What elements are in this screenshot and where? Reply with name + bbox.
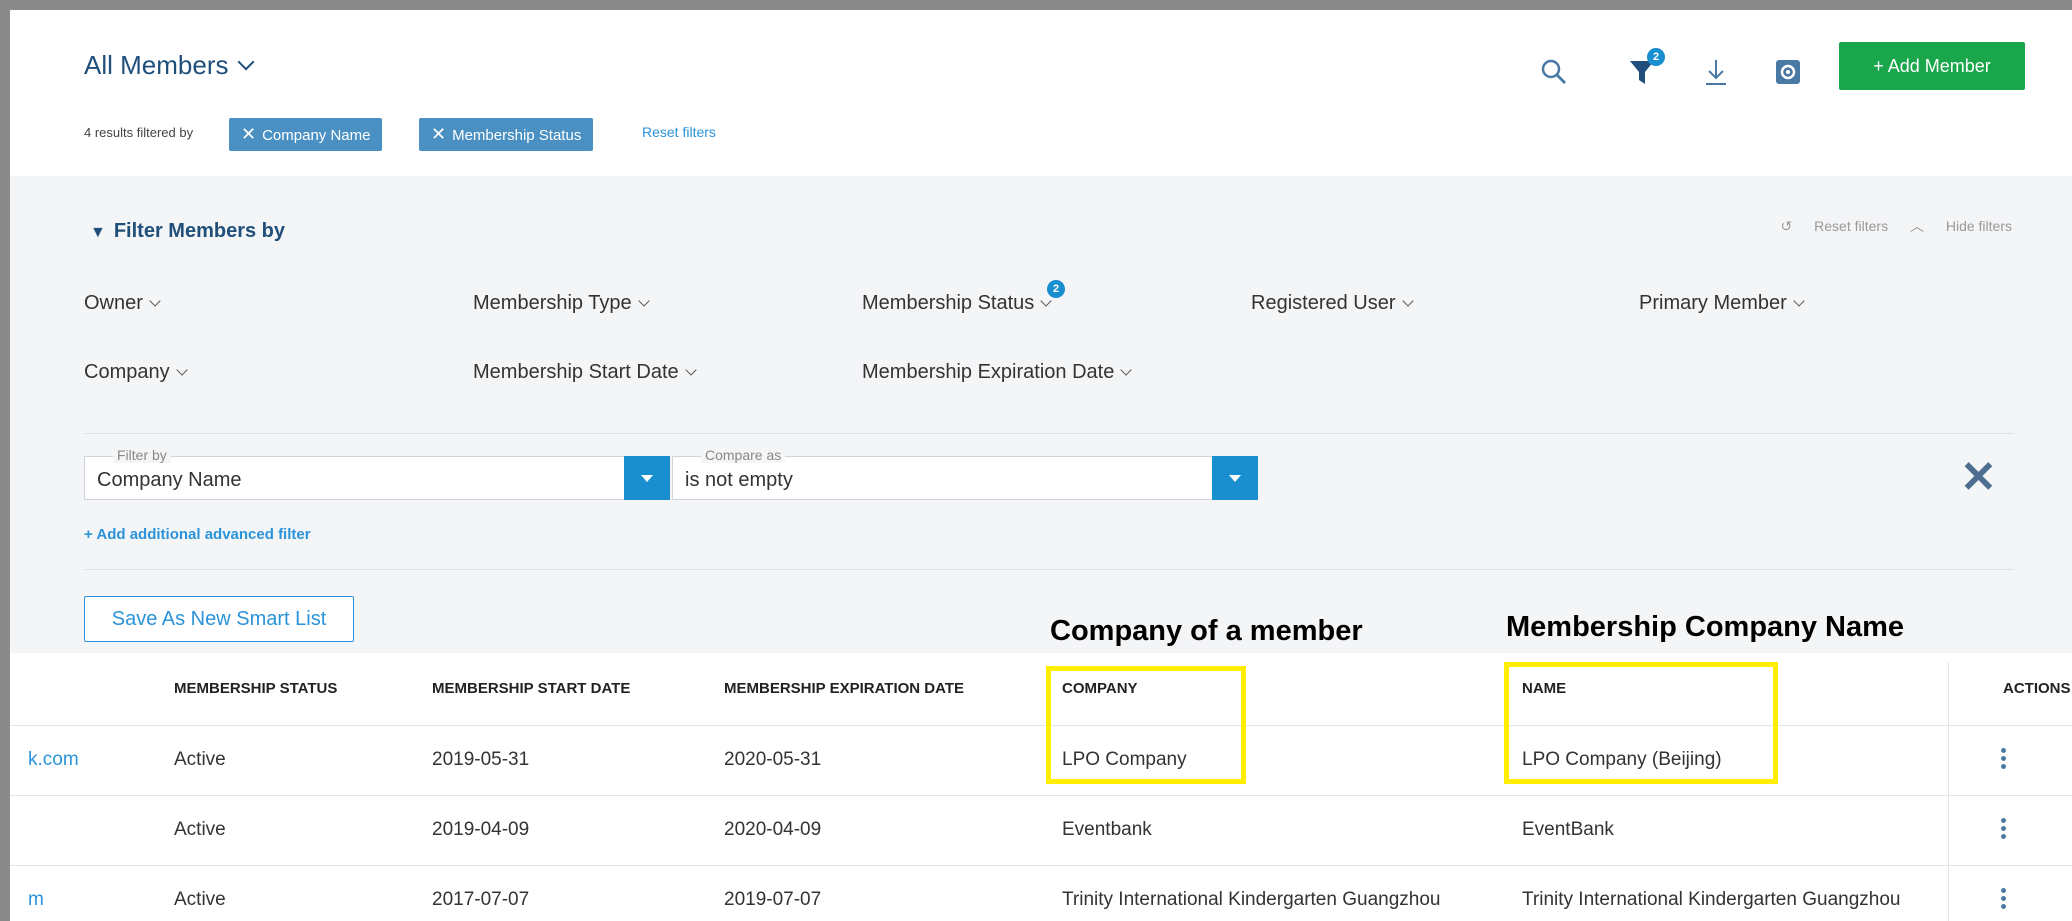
annotation-company-label: Company of a member <box>1050 615 1363 647</box>
company-cell: Eventbank <box>1062 819 1152 840</box>
filter-icon: ▼ <box>90 224 106 241</box>
chevron-down-icon <box>149 295 161 307</box>
chevron-down-icon <box>1793 295 1805 307</box>
more-actions-icon[interactable] <box>2000 748 2006 769</box>
filter-membership-start-date[interactable]: Membership Start Date <box>473 361 697 384</box>
status-cell: Active <box>174 749 226 770</box>
annotation-name-label: Membership Company Name <box>1506 611 1905 643</box>
filter-chip-membership-status[interactable]: ✕ Membership Status <box>419 118 594 151</box>
start-date-cell: 2019-04-09 <box>432 819 530 840</box>
save-smart-list-button[interactable]: Save As New Smart List <box>84 596 354 642</box>
filter-membership-expiration-date[interactable]: Membership Expiration Date <box>862 361 1133 384</box>
filter-primary-member[interactable]: Primary Member <box>1639 292 1805 315</box>
chevron-down-icon <box>1401 295 1414 307</box>
hide-filters-link[interactable]: ︿ Hide filters <box>1910 218 2012 234</box>
compare-as-select[interactable]: Compare as is not empty <box>672 447 1258 500</box>
row-divider <box>10 795 2072 796</box>
expiration-date-cell: 2020-05-31 <box>724 749 822 770</box>
member-email-link[interactable]: m <box>28 889 44 911</box>
members-page: All Members 4 results filtered by ✕ Compa… <box>10 10 2072 921</box>
filter-icon[interactable]: 2 <box>1622 48 1665 92</box>
reset-filters-link[interactable]: ↺ Reset filters <box>1781 218 1889 234</box>
settings-icon[interactable] <box>1768 52 1808 92</box>
chevron-down-icon <box>1040 295 1052 307</box>
column-header-membership-status[interactable]: MEMBERSHIP STATUS <box>174 680 337 697</box>
add-advanced-filter-link[interactable]: + Add additional advanced filter <box>84 526 311 543</box>
filter-registered-user[interactable]: Registered User <box>1251 292 1414 315</box>
filter-by-select[interactable]: Filter by Company Name <box>84 447 670 500</box>
status-cell: Active <box>174 889 226 910</box>
expiration-date-cell: 2019-07-07 <box>724 889 822 910</box>
member-email-link[interactable]: k.com <box>28 749 79 771</box>
filter-panel: ▼ Filter Members by ↺ Reset filters ︿ Hid… <box>10 176 2072 653</box>
chevron-down-icon <box>175 364 188 376</box>
close-icon[interactable]: ✕ <box>431 124 446 144</box>
name-cell: Trinity International Kindergarten Guang… <box>1522 889 1901 910</box>
column-header-membership-start-date[interactable]: MEMBERSHIP START DATE <box>432 680 630 697</box>
chevron-down-icon <box>1120 364 1133 376</box>
page-title[interactable]: All Members <box>84 50 255 81</box>
status-cell: Active <box>174 819 226 840</box>
chevron-down-icon <box>637 295 650 307</box>
search-icon[interactable] <box>1534 52 1574 92</box>
highlight-box-company <box>1046 666 1246 784</box>
filter-count-badge: 2 <box>1647 48 1665 66</box>
add-member-button[interactable]: + Add Member <box>1839 42 2025 90</box>
filter-owner[interactable]: Owner <box>84 292 161 315</box>
page-header: All Members 4 results filtered by ✕ Compa… <box>10 10 2072 176</box>
more-actions-icon[interactable] <box>2000 818 2006 839</box>
divider <box>84 569 2014 570</box>
more-actions-icon[interactable] <box>2000 888 2006 909</box>
company-cell: Trinity International Kindergarten Guang… <box>1062 889 1441 910</box>
divider <box>84 433 2014 434</box>
dropdown-arrow-icon[interactable] <box>624 456 670 500</box>
start-date-cell: 2019-05-31 <box>432 749 530 770</box>
column-header-membership-expiration-date[interactable]: MEMBERSHIP EXPIRATION DATE <box>724 680 964 697</box>
close-icon[interactable]: ✕ <box>241 124 256 144</box>
filter-membership-status[interactable]: Membership Status <box>862 292 1052 315</box>
reset-filters-link[interactable]: Reset filters <box>642 124 716 140</box>
results-count: 4 results filtered by <box>84 125 194 140</box>
row-divider <box>10 865 2072 866</box>
expiration-date-cell: 2020-04-09 <box>724 819 822 840</box>
dropdown-arrow-icon[interactable] <box>1212 456 1258 500</box>
filter-membership-type[interactable]: Membership Type <box>473 292 650 315</box>
filter-panel-title: ▼ Filter Members by <box>90 220 286 242</box>
filter-company[interactable]: Company <box>84 361 188 384</box>
chevron-down-icon <box>237 53 255 71</box>
name-cell: EventBank <box>1522 819 1614 840</box>
start-date-cell: 2017-07-07 <box>432 889 530 910</box>
status-filter-badge: 2 <box>1047 280 1065 298</box>
remove-filter-icon[interactable]: ✕ <box>1960 452 1997 503</box>
download-icon[interactable] <box>1696 52 1736 92</box>
actions-column <box>1948 662 2072 921</box>
chevron-down-icon <box>684 364 697 376</box>
filter-chip-company-name[interactable]: ✕ Company Name <box>229 118 383 151</box>
highlight-box-name <box>1504 662 1778 784</box>
filter-panel-links: ↺ Reset filters ︿ Hide filters <box>1763 216 2012 236</box>
